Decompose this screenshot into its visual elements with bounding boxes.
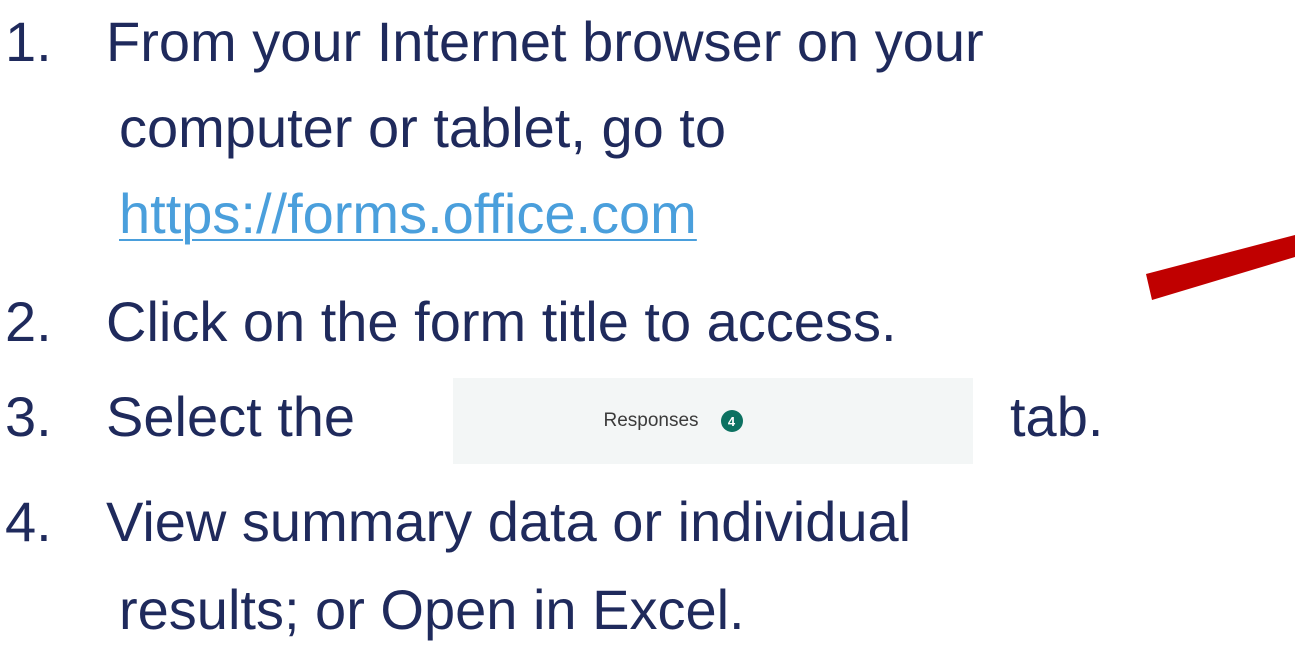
- step-1-number: 1.: [5, 10, 52, 73]
- forms-office-link[interactable]: https://forms.office.com: [119, 182, 697, 245]
- responses-count-badge: 4: [720, 410, 743, 432]
- step-4-line-1: View summary data or individual: [106, 490, 912, 553]
- step-2-number: 2.: [5, 290, 52, 353]
- step-1: 1. From your Internet browser on your: [0, 10, 984, 74]
- slide: 1. From your Internet browser on your com…: [0, 0, 1295, 667]
- step-3-after: tab.: [1010, 385, 1104, 448]
- step-1-line-1: From your Internet browser on your: [106, 10, 984, 73]
- step-2: 2. Click on the form title to access.: [0, 290, 897, 354]
- step-1-line-2: computer or tablet, go to: [119, 96, 727, 159]
- step-3-number: 3.: [5, 385, 52, 448]
- responses-tab-label: Responses: [603, 410, 699, 431]
- step-2-text: Click on the form title to access.: [106, 290, 897, 353]
- responses-tab[interactable]: Responses 4: [453, 378, 973, 464]
- step-4-number: 4.: [5, 490, 52, 553]
- step-3: 3. Select the: [0, 385, 355, 449]
- step-1-link-line: https://forms.office.com: [119, 182, 697, 246]
- step-3-before: Select the: [106, 385, 356, 448]
- step-4: 4. View summary data or individual: [0, 490, 911, 554]
- step-4-line-2: results; or Open in Excel.: [119, 578, 745, 641]
- red-pointer-arrow-icon: [1146, 235, 1295, 300]
